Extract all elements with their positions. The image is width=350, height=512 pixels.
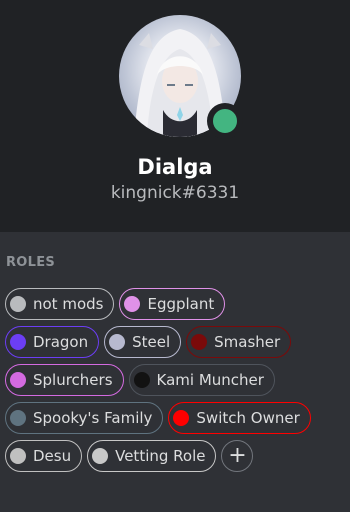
role-pill[interactable]: Vetting Role	[87, 440, 217, 472]
role-pill[interactable]: Eggplant	[119, 288, 226, 320]
role-pill[interactable]: Kami Muncher	[128, 364, 275, 396]
role-label: Kami Muncher	[156, 371, 264, 389]
online-status-indicator	[207, 103, 243, 139]
role-label: Desu	[33, 447, 72, 465]
add-role-button[interactable]: +	[221, 440, 254, 472]
role-pill[interactable]: Dragon	[5, 326, 100, 358]
role-pill[interactable]: Switch Owner	[168, 402, 311, 434]
role-color-dot[interactable]	[124, 296, 141, 312]
profile-header: Dialga kingnick#6331	[0, 0, 350, 232]
role-color-dot[interactable]	[10, 410, 26, 426]
role-color-dot[interactable]	[109, 334, 126, 350]
role-label: Splurchers	[33, 371, 113, 389]
plus-icon: +	[228, 443, 247, 468]
role-color-dot[interactable]	[10, 372, 26, 388]
role-color-dot[interactable]	[133, 372, 150, 388]
role-color-dot[interactable]	[10, 334, 26, 350]
role-label: Spooky's Family	[33, 409, 153, 427]
display-name: Dialga	[137, 155, 213, 179]
role-pill[interactable]: not mods	[5, 288, 115, 320]
role-color-dot[interactable]	[191, 334, 208, 350]
user-tag: kingnick#6331	[110, 183, 240, 203]
role-pill[interactable]: Spooky's Family	[5, 402, 164, 434]
role-pill[interactable]: Steel	[104, 326, 182, 358]
roles-row: Dragon Steel Smasher	[5, 326, 345, 358]
role-color-dot[interactable]	[10, 448, 26, 464]
role-pill[interactable]: Smasher	[186, 326, 292, 358]
role-color-dot[interactable]	[92, 448, 109, 464]
role-label: Steel	[132, 333, 171, 351]
role-label: Dragon	[33, 333, 89, 351]
role-label: Eggplant	[147, 295, 215, 313]
roles-section-title: ROLES	[6, 255, 56, 270]
role-pill[interactable]: Splurchers	[5, 364, 124, 396]
roles-row: Spooky's Family Switch Owner	[5, 402, 345, 434]
role-label: not mods	[33, 295, 104, 313]
role-label: Switch Owner	[196, 409, 300, 427]
roles-row: Splurchers Kami Muncher	[5, 364, 345, 396]
avatar-container[interactable]	[119, 15, 243, 139]
role-label: Smasher	[214, 333, 281, 351]
roles-row: Desu Vetting Role +	[5, 440, 345, 472]
roles-list: not mods Eggplant Dragon Steel Smasher S…	[5, 288, 345, 478]
roles-row: not mods Eggplant	[5, 288, 345, 320]
role-color-dot[interactable]	[10, 296, 26, 312]
role-label: Vetting Role	[115, 447, 206, 465]
role-color-dot[interactable]	[173, 410, 190, 426]
role-pill[interactable]: Desu	[5, 440, 83, 472]
